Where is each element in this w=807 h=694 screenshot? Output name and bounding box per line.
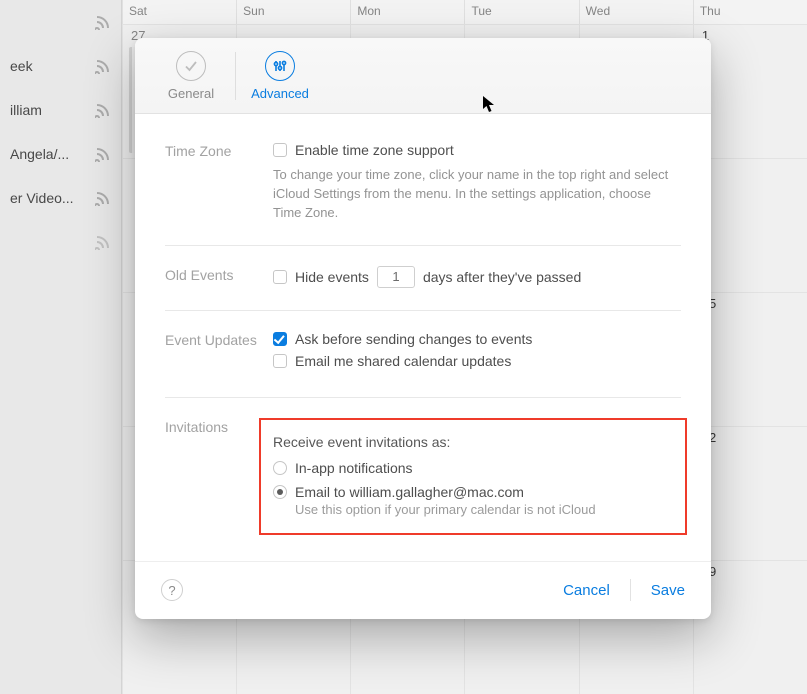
- section-label: Invitations: [165, 418, 273, 535]
- tab-label: General: [168, 86, 214, 101]
- section-label: Time Zone: [165, 142, 273, 223]
- cancel-button[interactable]: Cancel: [563, 582, 610, 599]
- radio-note: Use this option if your primary calendar…: [295, 502, 671, 517]
- modal-footer: ? Cancel Save: [135, 561, 711, 619]
- save-button[interactable]: Save: [651, 582, 685, 599]
- section-timezone: Time Zone Enable time zone support To ch…: [165, 142, 681, 246]
- group-heading: Receive event invitations as:: [273, 434, 671, 450]
- days-input[interactable]: [377, 266, 415, 288]
- section-event-updates: Event Updates Ask before sending changes…: [165, 331, 681, 398]
- section-invitations: Invitations Receive event invitations as…: [165, 418, 681, 535]
- sliders-icon: [265, 51, 295, 81]
- tab-label: Advanced: [251, 86, 309, 101]
- highlight-box: Receive event invitations as: In-app not…: [259, 418, 687, 535]
- radio-in-app[interactable]: [273, 461, 287, 475]
- checkbox-label: Email me shared calendar updates: [295, 353, 511, 369]
- checkmark-icon: [176, 51, 206, 81]
- modal-body: Time Zone Enable time zone support To ch…: [135, 114, 711, 543]
- checkbox-email-updates[interactable]: [273, 354, 287, 368]
- field-label: Hide events: [295, 269, 369, 285]
- preferences-modal: General Advanced Time Zone: [135, 38, 711, 619]
- section-old-events: Old Events Hide events days after they'v…: [165, 266, 681, 311]
- tab-separator: [235, 52, 236, 100]
- radio-email[interactable]: [273, 485, 287, 499]
- field-label: days after they've passed: [423, 269, 581, 285]
- tab-bar: General Advanced: [135, 38, 711, 114]
- section-description: To change your time zone, click your nam…: [273, 166, 681, 223]
- help-button[interactable]: ?: [161, 579, 183, 601]
- checkbox-timezone[interactable]: [273, 143, 287, 157]
- radio-label: Email to william.gallagher@mac.com: [295, 484, 524, 500]
- tab-general[interactable]: General: [157, 51, 225, 101]
- checkbox-label: Ask before sending changes to events: [295, 331, 532, 347]
- checkbox-label: Enable time zone support: [295, 142, 454, 158]
- section-label: Event Updates: [165, 331, 273, 375]
- section-label: Old Events: [165, 266, 273, 288]
- checkbox-hide-events[interactable]: [273, 270, 287, 284]
- radio-label: In-app notifications: [295, 460, 413, 476]
- separator: [630, 579, 631, 601]
- checkbox-ask-before-sending[interactable]: [273, 332, 287, 346]
- tab-advanced[interactable]: Advanced: [246, 51, 314, 101]
